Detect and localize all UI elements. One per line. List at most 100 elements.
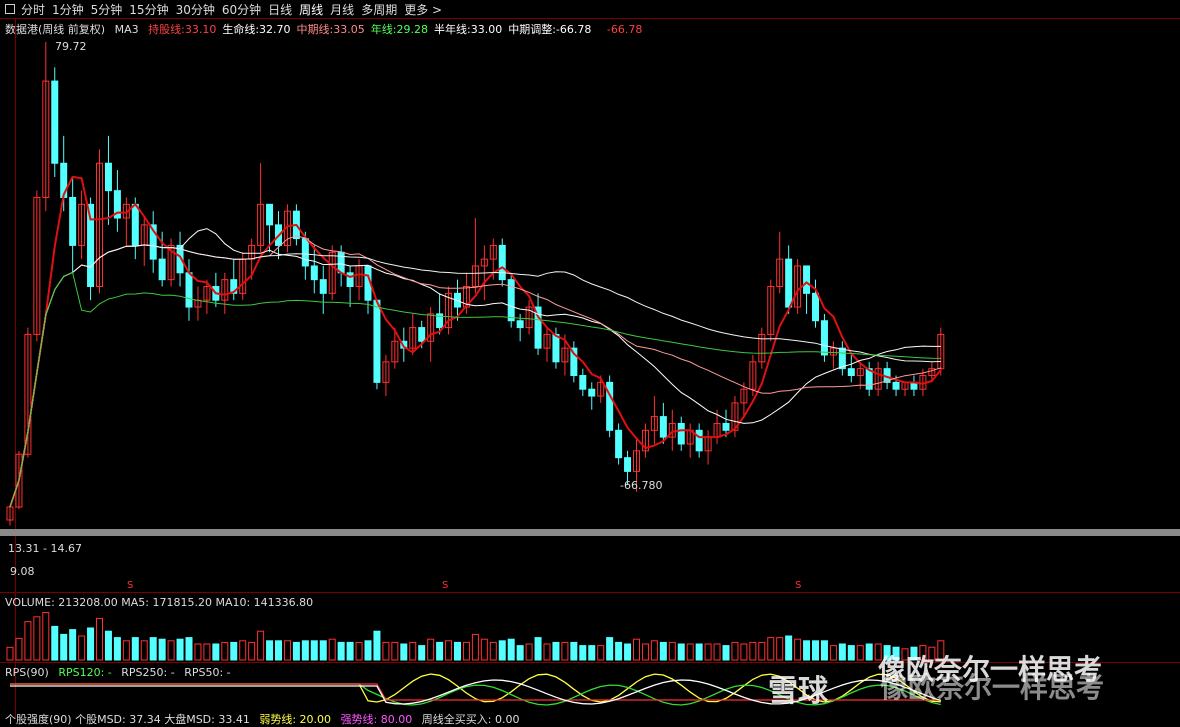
volume-bar [615, 641, 623, 661]
volume-bar [149, 637, 157, 661]
candle-body [659, 416, 667, 438]
watermark-logo-text: 雪球 [768, 674, 828, 709]
volume-bar [624, 643, 632, 661]
candle-body [131, 203, 139, 246]
volume-bar [275, 640, 282, 661]
candle-body [722, 422, 730, 431]
volume-bar [391, 641, 399, 661]
candle-body [803, 265, 811, 294]
baseline-band [0, 529, 1180, 536]
rps50: RPS50: - [184, 666, 231, 679]
volume-ma10: MA10: 141336.80 [215, 596, 314, 609]
volume-bar [87, 627, 95, 661]
rps-name: RPS(90) [5, 666, 49, 679]
ma-year-line [9, 271, 941, 508]
candle-body [301, 238, 309, 267]
volume-legend: VOLUME: 213208.00 MA5: 171815.20 MA10: 1… [5, 596, 313, 609]
candle-body [677, 422, 685, 445]
candle-body [820, 320, 828, 356]
volume-bar [713, 643, 721, 661]
candle-body [418, 327, 426, 342]
candle-body [373, 299, 381, 383]
volume-bar [51, 625, 59, 661]
candle-body [69, 196, 77, 246]
volume-bar [194, 643, 202, 661]
volume-bar [803, 640, 811, 661]
volume-bar [865, 643, 873, 661]
candle-body [785, 258, 793, 308]
candlestick-chart[interactable]: SSS [0, 0, 1180, 723]
volume-bar [230, 641, 238, 661]
volume-bar [158, 638, 166, 661]
volume-bar [516, 645, 524, 661]
volume-bar [829, 645, 837, 661]
volume-bar [436, 641, 444, 661]
volume-bar [749, 641, 757, 661]
volume-bar [597, 645, 605, 661]
low-price-label: 9.08 [10, 565, 35, 578]
volume-bar [104, 630, 112, 661]
candle-body [695, 429, 703, 452]
candle-body [266, 203, 274, 226]
volume-bar [364, 640, 372, 661]
candle-body [847, 368, 855, 377]
volume-bar [507, 638, 515, 661]
volume-bar [60, 633, 68, 661]
volume-bar [131, 637, 139, 661]
volume-bar [113, 637, 121, 661]
volume-bar [606, 637, 614, 661]
volume-bar [445, 640, 453, 661]
volume-bar [498, 640, 506, 661]
volume-bar [96, 617, 103, 661]
volume-bar [812, 640, 819, 661]
volume-bar [641, 643, 649, 661]
volume-bar [185, 637, 193, 661]
volume-bar [785, 635, 793, 661]
volume-bar [33, 616, 41, 661]
volume-bar [686, 643, 694, 661]
volume-bar [337, 641, 345, 661]
bottom-legend: 个股强度(90) 个股MSD: 37.34 大盘MSD: 33.41 弱势线: … [5, 711, 519, 727]
volume-bar [838, 643, 846, 661]
rps250: RPS250: - [121, 666, 175, 679]
volume-bar [78, 635, 86, 661]
rps120: RPS120: - [58, 666, 112, 679]
volume-bar [292, 641, 300, 661]
candle-body [337, 251, 345, 274]
volume-bar [794, 638, 802, 661]
volume-bar [668, 641, 676, 661]
volume-bar [69, 629, 77, 661]
candle-body [812, 292, 819, 322]
week-buy: 周线全买买入: 0.00 [421, 713, 520, 726]
volume-bar [328, 638, 336, 661]
volume-ma5: MA5: 171815.20 [121, 596, 212, 609]
volume-bar [355, 641, 363, 661]
candle-body [892, 381, 900, 390]
volume-bar [704, 643, 712, 661]
volume-bar [659, 641, 667, 661]
volume-bar [695, 643, 703, 661]
volume-bar [248, 641, 256, 661]
volume-bar [6, 646, 14, 661]
volume-bar [400, 643, 408, 661]
volume-bar [239, 640, 247, 661]
candle-body [158, 258, 166, 281]
volume-bar [373, 630, 381, 661]
volume-bar [346, 641, 354, 661]
volume-bar [561, 641, 569, 661]
volume-bar [122, 640, 130, 661]
volume-bar [140, 640, 148, 661]
max-price-label: 79.72 [55, 40, 87, 53]
volume-bar [543, 643, 551, 661]
volume-bar [42, 611, 50, 661]
volume-bar [203, 643, 211, 661]
volume-bar [24, 621, 32, 661]
min-price-label: -66.780 [620, 479, 663, 492]
volume-bar [758, 641, 766, 661]
volume-bar [588, 645, 596, 661]
volume-bar [15, 637, 23, 661]
signal-marker: S [795, 580, 801, 591]
watermark-text-2: 像欧奈尔一样思考 [880, 671, 1105, 704]
rps-legend: RPS(90) RPS120: - RPS250: - RPS50: - [5, 666, 231, 679]
volume-bar [722, 645, 730, 661]
